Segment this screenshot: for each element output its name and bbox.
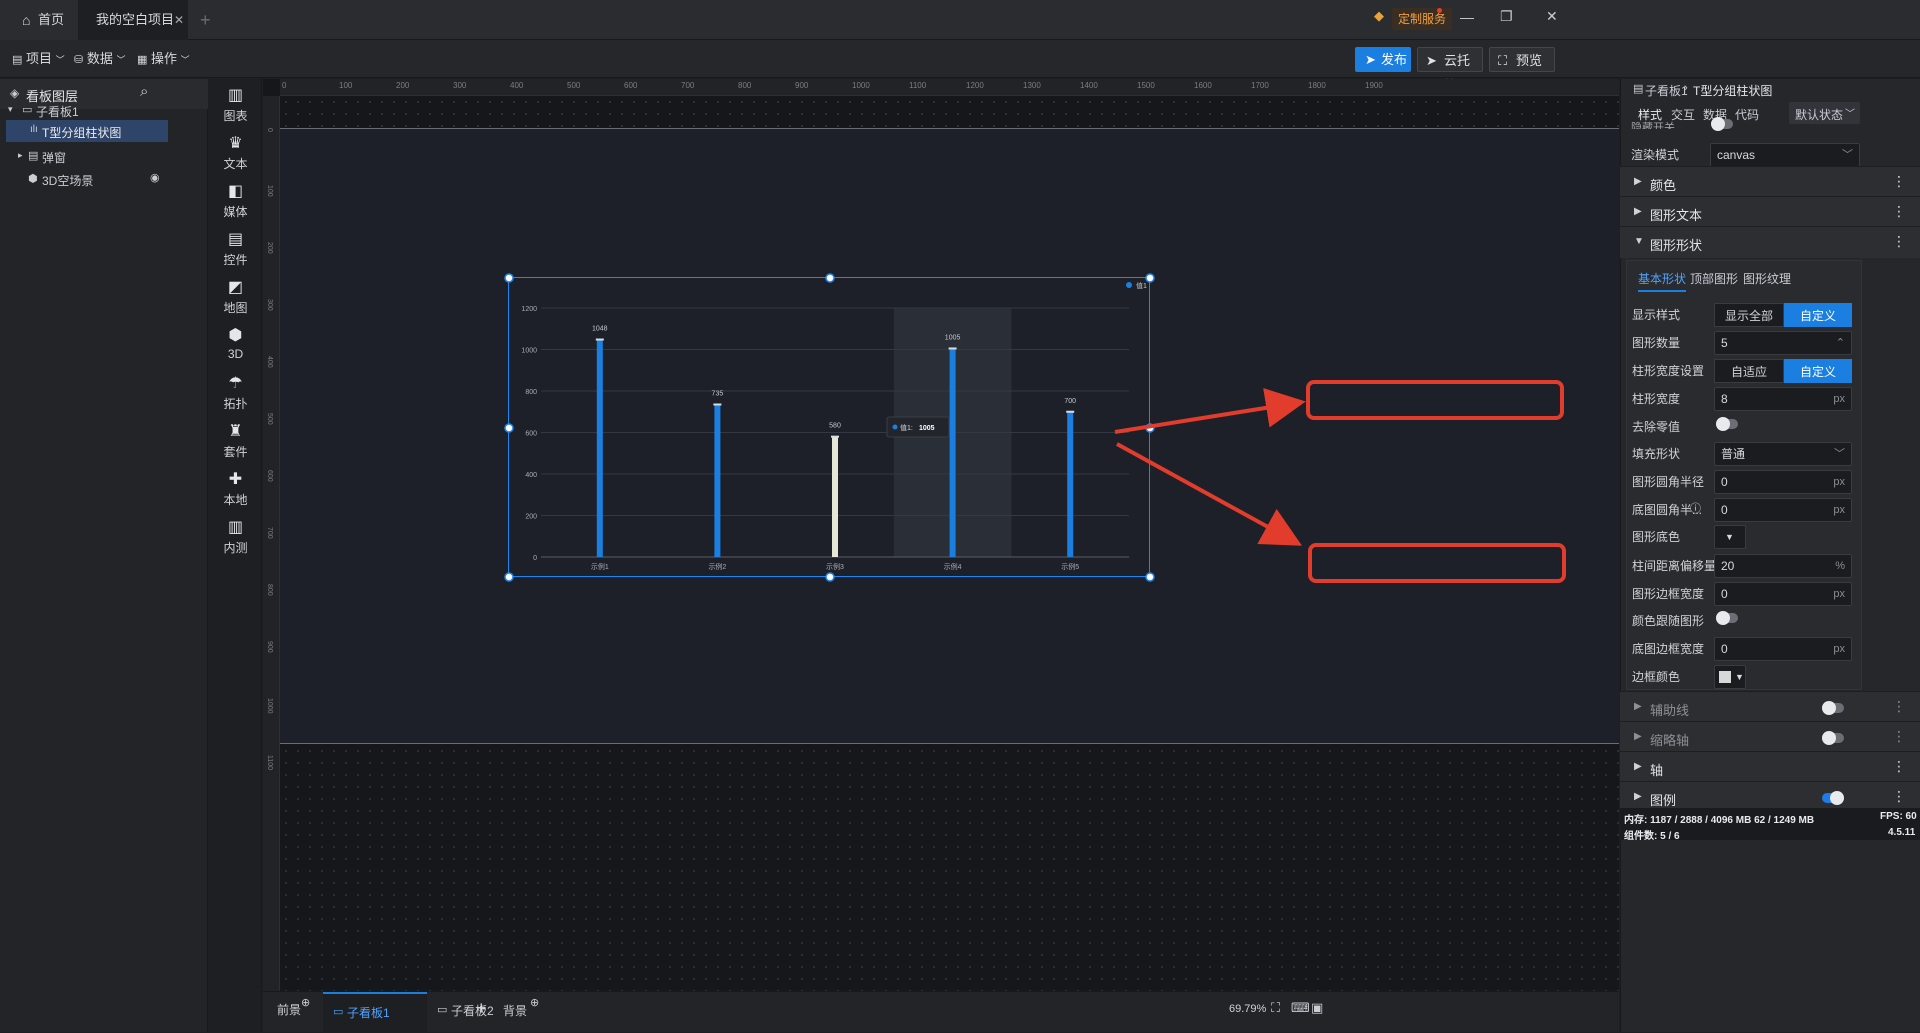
annotation-arrows — [1114, 388, 1306, 546]
arrow-to-offset — [1116, 442, 1303, 546]
arrow-to-bar-width — [1114, 388, 1306, 434]
